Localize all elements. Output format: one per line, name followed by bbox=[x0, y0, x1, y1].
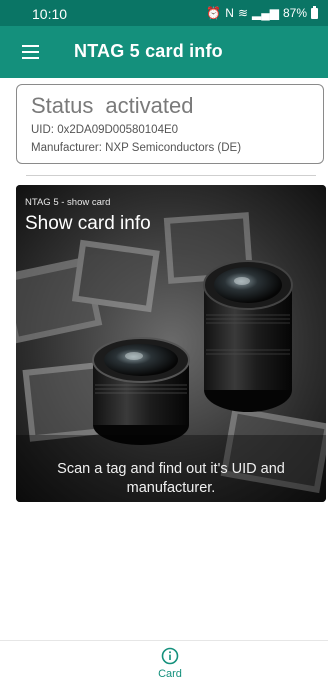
nav-label-card: Card bbox=[158, 668, 182, 680]
page-title: NTAG 5 card info bbox=[74, 41, 223, 61]
status-card: Status activated UID: 0x2DA09D00580104E0 … bbox=[16, 84, 324, 164]
info-icon bbox=[161, 647, 179, 665]
menu-icon[interactable] bbox=[20, 42, 42, 62]
nav-item-card[interactable]: Card bbox=[144, 647, 196, 687]
status-icons: ⏰ N ≋ ▂▄▆ 87% bbox=[206, 5, 318, 20]
card-title: Show card info bbox=[25, 213, 151, 234]
signal-icon: ▂▄▆ bbox=[252, 6, 279, 20]
status-time: 10:10 bbox=[32, 6, 68, 22]
uid-text: UID: 0x2DA09D00580104E0 bbox=[31, 124, 179, 136]
nfc-icon: N bbox=[225, 6, 234, 20]
screen: 10:10 ⏰ N ≋ ▂▄▆ 87% NTAG 5 card info Sta… bbox=[0, 0, 328, 689]
card-description: Scan a tag and find out it's UID and man… bbox=[57, 461, 285, 496]
status-heading: Status activated bbox=[31, 93, 193, 119]
bottom-navigation: Card bbox=[0, 641, 328, 689]
status-bar: 10:10 ⏰ N ≋ ▂▄▆ 87% bbox=[0, 0, 328, 26]
alarm-icon: ⏰ bbox=[206, 6, 222, 20]
status-label: Status bbox=[31, 93, 94, 118]
wifi-icon: ≋ bbox=[237, 6, 248, 20]
app-bar: NTAG 5 card info bbox=[0, 26, 328, 78]
show-card-info-card[interactable]: NTAG 5 - show card Show card info Scan a… bbox=[16, 185, 326, 502]
card-subtitle: NTAG 5 - show card bbox=[25, 197, 111, 208]
status-value: activated bbox=[105, 93, 194, 118]
battery-percent: 87% bbox=[282, 6, 307, 20]
battery-icon bbox=[311, 5, 318, 19]
manufacturer-text: Manufacturer: NXP Semiconductors (DE) bbox=[31, 142, 242, 154]
divider bbox=[26, 175, 316, 176]
